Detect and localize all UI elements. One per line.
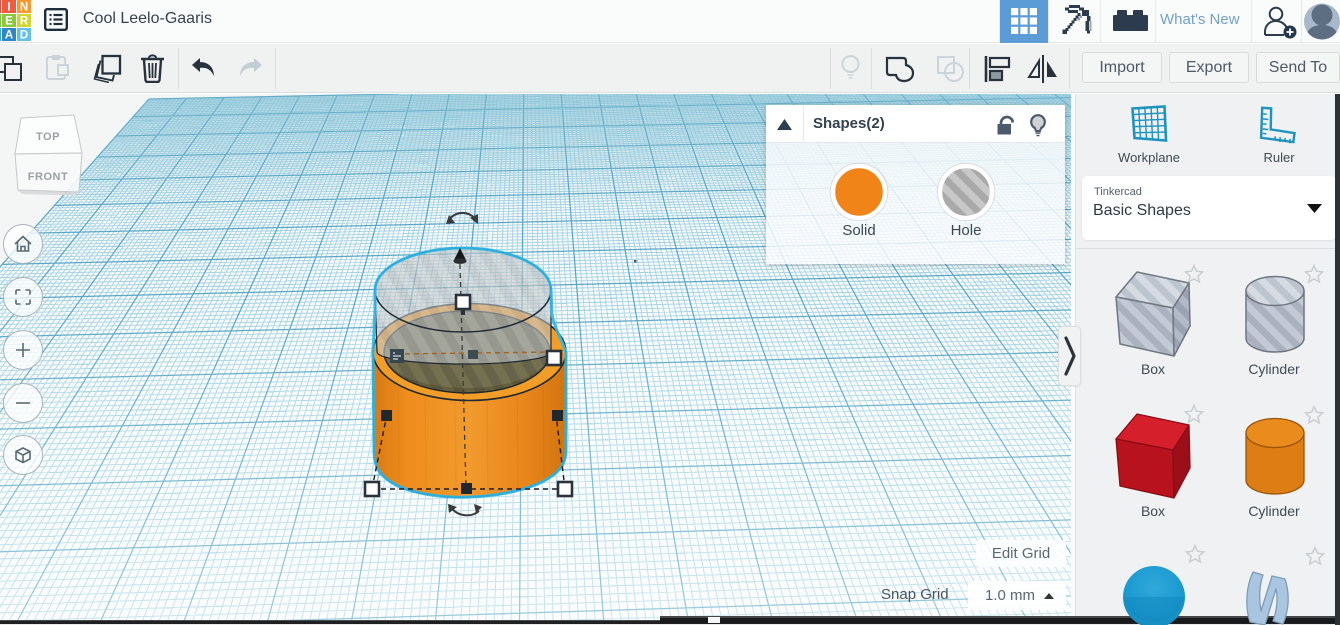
svg-text:Solid: Solid (842, 222, 875, 239)
svg-text:Hole: Hole (951, 222, 982, 239)
svg-text:Box: Box (1141, 503, 1165, 519)
svg-text:Cylinder: Cylinder (1248, 361, 1300, 377)
svg-text:Box: Box (1141, 361, 1165, 377)
svg-text:Cylinder: Cylinder (1248, 503, 1300, 519)
